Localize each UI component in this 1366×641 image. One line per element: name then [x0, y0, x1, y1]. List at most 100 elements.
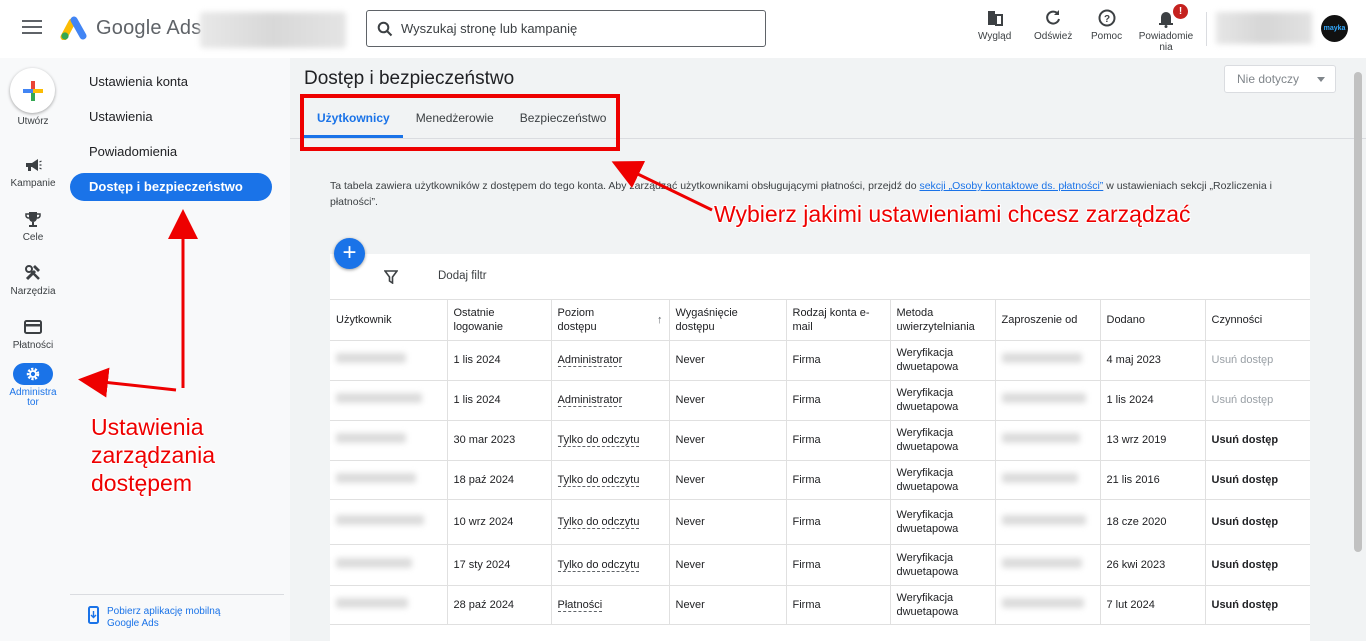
rail-item-tools[interactable]: Narzędzia — [0, 262, 66, 297]
page-title: Dostęp i bezpieczeństwo — [304, 68, 515, 89]
col-last-login[interactable]: Ostatnie logowanie — [447, 300, 552, 341]
cell-user — [330, 499, 448, 545]
nav-item-notifications[interactable]: Powiadomienia — [70, 138, 272, 166]
cell-last-login: 1 lis 2024 — [447, 340, 552, 381]
menu-icon[interactable] — [22, 20, 42, 36]
cell-invited-by — [995, 420, 1101, 461]
caret-down-icon — [1317, 77, 1325, 82]
plus-icon — [22, 80, 43, 101]
cell-added: 13 wrz 2019 — [1100, 420, 1206, 461]
cell-email-type: Firma — [786, 585, 891, 625]
cell-email-type: Firma — [786, 420, 891, 461]
access-level-link[interactable]: Administrator — [557, 394, 623, 407]
rail-item-goals[interactable]: Cele — [0, 208, 66, 243]
access-level-link[interactable]: Administrator — [557, 354, 623, 367]
cell-auth-method: Weryfikacja dwuetapowa — [890, 585, 996, 625]
access-level-link[interactable]: Tylko do odczytu — [557, 434, 640, 447]
blurred-user-email — [336, 514, 424, 525]
search-input[interactable] — [401, 21, 741, 36]
cell-invited-by — [995, 585, 1101, 625]
appearance-button[interactable]: Wygląd — [978, 8, 1011, 42]
nav-item-account-settings[interactable]: Ustawienia konta — [70, 68, 272, 96]
cell-user — [330, 420, 448, 461]
col-expiry[interactable]: Wygaśnięcie dostępu — [669, 300, 787, 341]
scope-select-value: Nie dotyczy — [1237, 72, 1300, 86]
filter-icon[interactable] — [384, 270, 398, 284]
col-email-type[interactable]: Rodzaj konta e-mail — [786, 300, 891, 341]
blurred-inviter — [1001, 433, 1080, 443]
main-content: Dostęp i bezpieczeństwo Nie dotyczy Użyt… — [290, 58, 1366, 641]
access-level-link[interactable]: Tylko do odczytu — [557, 515, 640, 529]
access-level-link[interactable]: Płatności — [557, 598, 603, 612]
credit-card-icon — [13, 316, 53, 338]
add-user-button[interactable]: + — [334, 238, 365, 269]
cell-added: 1 lis 2024 — [1100, 380, 1206, 421]
rail-item-billing[interactable]: Płatności — [0, 316, 66, 351]
rail-label-admin-line2: tor — [27, 397, 39, 408]
billing-contacts-link[interactable]: sekcji „Osoby kontaktowe ds. płatności” — [919, 180, 1103, 192]
table-row[interactable]: 17 sty 2024 Tylko do odczytu Never Firma Wer… — [330, 544, 1310, 586]
mobile-app-link[interactable]: Pobierz aplikację mobilną Google Ads — [88, 606, 237, 630]
nav-item-access-security[interactable]: Dostęp i bezpieczeństwo — [70, 173, 272, 201]
scope-select[interactable]: Nie dotyczy — [1224, 65, 1336, 93]
notifications-button[interactable]: ! Powiadomie nia — [1138, 4, 1194, 53]
users-table-card: Dodaj filtr Użytkownik Ostatnie logowani… — [330, 254, 1310, 641]
col-access-level[interactable]: Poziom dostępu ↑ — [551, 300, 670, 341]
remove-access-button[interactable]: Usuń dostęp — [1212, 559, 1279, 571]
rail-item-campaigns[interactable]: Kampanie — [0, 154, 66, 189]
account-selector-blurred[interactable] — [200, 12, 346, 48]
remove-access-button[interactable]: Usuń dostęp — [1212, 599, 1279, 611]
table-row[interactable]: 10 wrz 2024 Tylko do odczytu Never Firma Wer… — [330, 499, 1310, 545]
cell-access-level: Płatności — [551, 585, 670, 625]
col-auth-method[interactable]: Metoda uwierzytelniania — [890, 300, 996, 341]
blurred-user-email — [336, 393, 422, 403]
search-box[interactable] — [366, 10, 766, 47]
col-added[interactable]: Dodano — [1100, 300, 1206, 341]
remove-access-button[interactable]: Usuń dostęp — [1212, 434, 1279, 446]
cell-access-level: Tylko do odczytu — [551, 499, 670, 545]
page-scrollbar[interactable] — [1354, 72, 1362, 552]
gear-icon — [13, 363, 53, 385]
cell-actions: Usuń dostęp — [1205, 380, 1310, 421]
cell-access-level: Administrator — [551, 340, 670, 381]
appearance-icon — [987, 11, 1003, 26]
cell-actions: Usuń dostęp — [1205, 585, 1310, 625]
cell-invited-by — [995, 544, 1101, 586]
cell-user — [330, 585, 448, 625]
cell-access-level: Tylko do odczytu — [551, 420, 670, 461]
table-row[interactable]: 1 lis 2024 Administrator Never Firma Weryfik… — [330, 340, 1310, 381]
table-row[interactable]: 1 lis 2024 Administrator Never Firma Weryfik… — [330, 380, 1310, 421]
cell-auth-method: Weryfikacja dwuetapowa — [890, 420, 996, 461]
blurred-inviter — [1001, 514, 1086, 525]
table-row[interactable]: 28 paź 2024 Płatności Never Firma Weryfikacj… — [330, 585, 1310, 625]
cell-expiry: Never — [669, 380, 787, 421]
blurred-user-email — [336, 557, 412, 568]
col-user[interactable]: Użytkownik — [330, 300, 448, 341]
access-level-link[interactable]: Tylko do odczytu — [557, 473, 640, 487]
tools-icon — [13, 262, 53, 284]
table-row[interactable]: 18 paź 2024 Tylko do odczytu Never Firma Wer… — [330, 460, 1310, 500]
help-button[interactable]: ? Pomoc — [1091, 8, 1122, 42]
blurred-inviter — [1001, 557, 1082, 568]
remove-access-button[interactable]: Usuń dostęp — [1212, 516, 1279, 528]
cell-auth-method: Weryfikacja dwuetapowa — [890, 499, 996, 545]
cell-email-type: Firma — [786, 544, 891, 586]
trophy-icon — [13, 208, 53, 230]
refresh-button[interactable]: Odśwież — [1034, 8, 1072, 42]
nav-item-settings[interactable]: Ustawienia — [70, 103, 272, 131]
create-label: Utwórz — [17, 116, 49, 127]
cell-expiry: Never — [669, 585, 787, 625]
remove-access-button[interactable]: Usuń dostęp — [1212, 474, 1279, 486]
user-info-blurred[interactable] — [1216, 12, 1312, 44]
cell-last-login: 30 mar 2023 — [447, 420, 552, 461]
google-ads-logo[interactable]: Google Ads — [60, 16, 201, 40]
rail-item-admin[interactable]: Administra tor — [0, 363, 66, 408]
add-filter-button[interactable]: Dodaj filtr — [438, 270, 487, 282]
create-button[interactable] — [10, 68, 55, 113]
avatar[interactable]: mayka — [1321, 15, 1348, 42]
table-row[interactable]: 30 mar 2023 Tylko do odczytu Never Firma Wer… — [330, 420, 1310, 461]
cell-access-level: Tylko do odczytu — [551, 460, 670, 500]
col-invited-by[interactable]: Zaproszenie od — [995, 300, 1101, 341]
cell-actions: Usuń dostęp — [1205, 340, 1310, 381]
access-level-link[interactable]: Tylko do odczytu — [557, 558, 640, 572]
